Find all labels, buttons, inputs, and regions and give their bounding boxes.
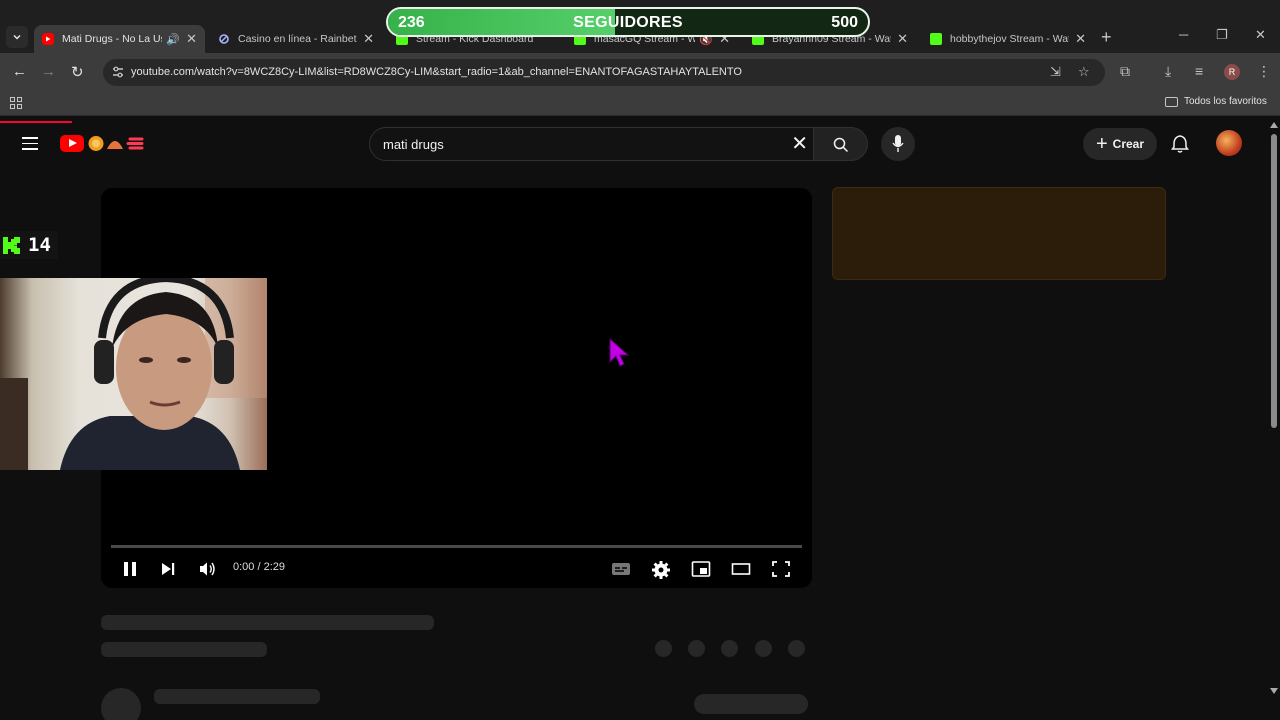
minimize-button[interactable]: ─ xyxy=(1179,27,1188,42)
viewer-count: 14 xyxy=(28,234,51,256)
action-skeleton xyxy=(721,640,738,657)
search-query: mati drugs xyxy=(383,137,444,152)
volume-icon[interactable] xyxy=(198,560,216,578)
tab-kick-hobbythejov[interactable]: hobbythejov Stream - Wat ✕ xyxy=(922,25,1094,53)
voice-search-button[interactable] xyxy=(881,127,915,161)
all-bookmarks-label: Todos los favoritos xyxy=(1184,96,1267,107)
webcam-feed xyxy=(0,278,267,470)
next-icon[interactable] xyxy=(160,560,176,578)
create-button[interactable]: + Crear xyxy=(1083,128,1157,160)
streamer-camera-image xyxy=(0,278,267,470)
youtube-logo[interactable] xyxy=(60,135,84,152)
speaker-icon[interactable]: 🔊 xyxy=(166,33,180,46)
extensions-icon[interactable]: ⧉ xyxy=(1120,63,1130,80)
close-window-button[interactable]: ✕ xyxy=(1255,27,1266,43)
create-label: Crear xyxy=(1112,137,1145,151)
channel-name-skeleton xyxy=(154,689,320,704)
subtitles-icon[interactable] xyxy=(611,560,631,578)
chevron-down-icon xyxy=(13,34,21,40)
scroll-down-icon[interactable] xyxy=(1270,688,1278,694)
video-time: 0:00 / 2:29 xyxy=(233,561,285,573)
rainbet-icon xyxy=(218,33,230,45)
followers-goal: 500 xyxy=(831,14,858,31)
url-text: youtube.com/watch?v=8WCZ8Cy-LIM&list=RD8… xyxy=(131,66,742,78)
followers-goal-bar: 236 SEGUIDORES 500 xyxy=(386,7,870,37)
tab-title: Casino en línea - Rainbet xyxy=(238,33,357,45)
action-skeleton xyxy=(688,640,705,657)
action-skeleton xyxy=(788,640,805,657)
bookmark-star-icon[interactable]: ☆ xyxy=(1078,64,1090,80)
restore-button[interactable]: ❐ xyxy=(1216,27,1228,43)
theater-mode-icon[interactable] xyxy=(731,560,751,578)
tab-search-button[interactable] xyxy=(6,26,28,48)
install-app-icon[interactable]: ⇲ xyxy=(1050,64,1061,80)
youtube-icon xyxy=(42,33,54,45)
site-info-icon[interactable] xyxy=(111,65,125,79)
page-load-progress xyxy=(0,121,72,123)
close-tab-icon[interactable]: ✕ xyxy=(1075,31,1086,47)
browser-toolbar: ← → ↻ youtube.com/watch?v=8WCZ8Cy-LIM&li… xyxy=(0,53,1280,91)
tab-youtube[interactable]: Mati Drugs - No La Usé 🔊 ✕ xyxy=(34,25,205,53)
clear-search-icon[interactable]: ✕ xyxy=(791,132,808,156)
bookmarks-bar: Todos los favoritos xyxy=(0,91,1280,116)
folder-icon xyxy=(1165,96,1178,107)
title-skeleton xyxy=(101,615,434,630)
address-bar[interactable]: youtube.com/watch?v=8WCZ8Cy-LIM&list=RD8… xyxy=(103,59,1105,86)
subtitle-skeleton xyxy=(101,642,267,657)
close-tab-icon[interactable]: ✕ xyxy=(897,31,908,47)
reload-button[interactable]: ↻ xyxy=(71,63,84,81)
channel-avatar-skeleton xyxy=(101,688,141,720)
kick-viewer-count: 14 xyxy=(0,231,58,259)
action-skeleton xyxy=(755,640,772,657)
close-tab-icon[interactable]: ✕ xyxy=(363,31,374,47)
forward-button[interactable]: → xyxy=(41,63,56,80)
subscribe-skeleton xyxy=(694,694,808,714)
pause-icon[interactable] xyxy=(122,560,138,578)
tab-title: Mati Drugs - No La Usé xyxy=(62,33,163,45)
fullscreen-icon[interactable] xyxy=(771,560,791,578)
media-controls-icon[interactable]: ≡ xyxy=(1195,63,1203,79)
close-tab-icon[interactable]: ✕ xyxy=(186,31,197,47)
notifications-bell-icon[interactable] xyxy=(1170,134,1190,154)
scroll-up-icon[interactable] xyxy=(1270,122,1278,128)
miniplayer-icon[interactable] xyxy=(691,560,711,578)
action-skeleton xyxy=(655,640,672,657)
settings-gear-icon[interactable] xyxy=(651,560,671,580)
tab-title: hobbythejov Stream - Wat xyxy=(950,33,1070,45)
followers-label: SEGUIDORES xyxy=(573,14,683,31)
microphone-icon xyxy=(892,135,904,152)
doodle-icon[interactable] xyxy=(86,135,144,152)
back-button[interactable]: ← xyxy=(12,63,27,80)
tab-rainbet[interactable]: Casino en línea - Rainbet ✕ xyxy=(210,25,382,53)
menu-icon[interactable]: ⋮ xyxy=(1257,63,1271,80)
sidebar-ad-placeholder[interactable] xyxy=(832,187,1166,280)
hamburger-menu-icon[interactable] xyxy=(22,137,38,150)
scrollbar-thumb[interactable] xyxy=(1271,134,1277,428)
apps-grid-icon[interactable] xyxy=(10,97,22,109)
search-input[interactable]: mati drugs ✕ xyxy=(369,127,814,161)
search-button[interactable] xyxy=(814,127,868,161)
profile-avatar[interactable]: R xyxy=(1224,64,1240,80)
mouse-cursor-icon xyxy=(609,338,630,367)
account-avatar[interactable] xyxy=(1216,130,1242,156)
video-progress-bar[interactable] xyxy=(111,545,802,548)
new-tab-button[interactable]: + xyxy=(1101,28,1112,46)
plus-icon: + xyxy=(1095,133,1108,155)
kick-logo-icon xyxy=(3,236,20,254)
downloads-icon[interactable]: ⤓ xyxy=(1165,63,1171,80)
page-scrollbar[interactable] xyxy=(1268,116,1280,696)
all-bookmarks-folder[interactable]: Todos los favoritos xyxy=(1165,96,1267,107)
search-icon xyxy=(833,137,849,153)
kick-icon xyxy=(930,33,942,45)
